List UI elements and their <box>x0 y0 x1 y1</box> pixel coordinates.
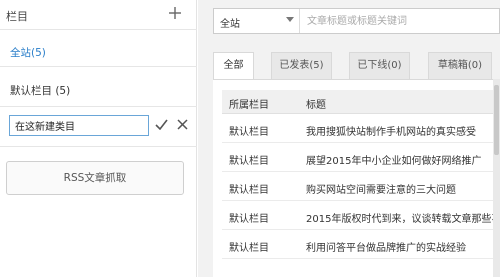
article-panel: 全站 全部 已发表(5) 已下线(0) 草稿箱(0) 所属栏目 标题 默认栏目 … <box>198 0 500 277</box>
table-row[interactable]: 默认栏目 我用搜狐快站制作手机网站的真实感受 <box>222 115 500 143</box>
check-icon <box>155 119 168 131</box>
rss-fetch-button[interactable]: RSS文章抓取 <box>6 161 184 195</box>
column-header-category: 所属栏目 <box>229 100 269 111</box>
add-category-button[interactable] <box>166 4 184 22</box>
search-bar: 全站 <box>213 8 500 34</box>
divider <box>0 66 197 67</box>
tab-published[interactable]: 已发表(5) <box>271 52 332 80</box>
tab-drafts[interactable]: 草稿箱(0) <box>428 52 492 80</box>
tab-offline[interactable]: 已下线(0) <box>349 52 410 80</box>
row-category: 默认栏目 <box>229 127 269 138</box>
category-panel: 栏目 全站(5) 默认栏目 (5) RSS文章抓取 <box>0 0 197 277</box>
scrollbar-thumb[interactable] <box>494 85 499 155</box>
column-header-title: 标题 <box>306 100 326 111</box>
tab-all[interactable]: 全部 <box>213 52 254 80</box>
chevron-down-icon <box>286 17 294 22</box>
row-title[interactable]: 展望2015年中小企业如何做好网络推广 <box>306 152 500 167</box>
scrollbar[interactable] <box>493 79 500 277</box>
close-icon <box>177 119 188 130</box>
row-title[interactable]: 购买网站空间需要注意的三大问题 <box>306 181 500 196</box>
row-category: 默认栏目 <box>229 214 269 225</box>
divider <box>0 106 197 107</box>
article-table: 所属栏目 标题 默认栏目 我用搜狐快站制作手机网站的真实感受 默认栏目 展望20… <box>213 79 500 277</box>
table-row[interactable]: 默认栏目 展望2015年中小企业如何做好网络推广 <box>222 144 500 172</box>
search-input[interactable] <box>301 9 500 33</box>
category-item-all[interactable]: 全站(5) <box>10 45 46 60</box>
table-header: 所属栏目 标题 <box>222 90 500 114</box>
confirm-button[interactable] <box>155 119 168 133</box>
table-row[interactable]: 默认栏目 购买网站空间需要注意的三大问题 <box>222 173 500 201</box>
category-panel-header: 栏目 <box>0 0 197 30</box>
search-scope-value: 全站 <box>220 19 240 30</box>
row-category: 默认栏目 <box>229 156 269 167</box>
search-scope-select[interactable]: 全站 <box>214 9 300 33</box>
table-row[interactable]: 默认栏目 2015年版权时代到来，议谈转载文章那些事 <box>222 202 500 230</box>
row-category: 默认栏目 <box>229 243 269 254</box>
row-title[interactable]: 我用搜狐快站制作手机网站的真实感受 <box>306 123 500 138</box>
cancel-button[interactable] <box>177 119 188 133</box>
divider <box>0 146 197 147</box>
new-category-input[interactable] <box>9 115 149 136</box>
row-title[interactable]: 利用问答平台做品牌推广的实战经验 <box>306 239 500 254</box>
row-category: 默认栏目 <box>229 185 269 196</box>
plus-icon <box>169 7 181 19</box>
row-title[interactable]: 2015年版权时代到来，议谈转载文章那些事 <box>306 210 500 225</box>
table-row[interactable]: 默认栏目 利用问答平台做品牌推广的实战经验 <box>222 231 500 259</box>
category-panel-title: 栏目 <box>6 10 28 23</box>
category-item-default[interactable]: 默认栏目 (5) <box>10 83 70 98</box>
